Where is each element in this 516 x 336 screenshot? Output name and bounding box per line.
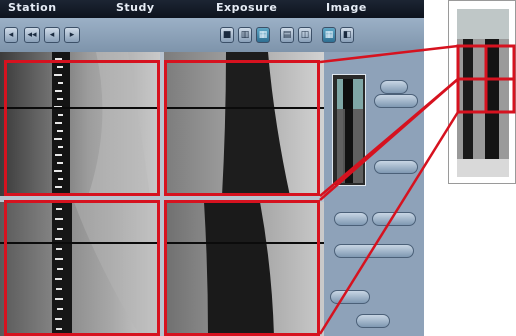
panel-button-5[interactable] [372, 212, 416, 226]
panel-button-7[interactable] [330, 290, 370, 304]
viewer-toolbar: ◂ ◂◂ ◂ ▸ ■ ▥ ▦ ▤ ◫ ▦ ◧ [0, 18, 424, 53]
layout-2x1-button[interactable]: ▤ [280, 27, 294, 43]
zoomed-stitched-image [457, 9, 509, 177]
previous-image-button[interactable]: ◂ [44, 27, 60, 43]
panel-button-8[interactable] [356, 314, 390, 328]
thumbnail-zoom-view [448, 0, 516, 184]
title-item-station: Station [8, 1, 57, 14]
panel-button-2[interactable] [374, 94, 418, 108]
next-image-button[interactable]: ▸ [64, 27, 80, 43]
highlight-lower-left [4, 200, 160, 336]
layout-2x2-button[interactable]: ▦ [256, 27, 270, 43]
title-item-study: Study [116, 1, 155, 14]
stitched-thumbnail[interactable] [332, 74, 366, 186]
panel-button-4[interactable] [334, 212, 368, 226]
panel-button-6[interactable] [334, 244, 414, 258]
first-image-button[interactable]: ◂◂ [24, 27, 40, 43]
back-button[interactable]: ◂ [4, 27, 18, 43]
title-item-exposure: Exposure [216, 1, 278, 14]
grid-button[interactable]: ▦ [322, 27, 336, 43]
highlight-upper-right [164, 60, 320, 196]
sync-button[interactable]: ◧ [340, 27, 354, 43]
highlight-upper-left [4, 60, 160, 196]
fit-button[interactable]: ◫ [298, 27, 312, 43]
panel-button-1[interactable] [380, 80, 408, 94]
panel-button-3[interactable] [374, 160, 418, 174]
layout-1x2-button[interactable]: ▥ [238, 27, 252, 43]
highlight-lower-right [164, 200, 320, 336]
zoomed-xray [457, 9, 509, 177]
title-item-image: Image [326, 1, 367, 14]
layout-1x1-button[interactable]: ■ [220, 27, 234, 43]
thumbnail-image [333, 75, 365, 185]
title-bar: Station Study Exposure Image [0, 0, 424, 18]
